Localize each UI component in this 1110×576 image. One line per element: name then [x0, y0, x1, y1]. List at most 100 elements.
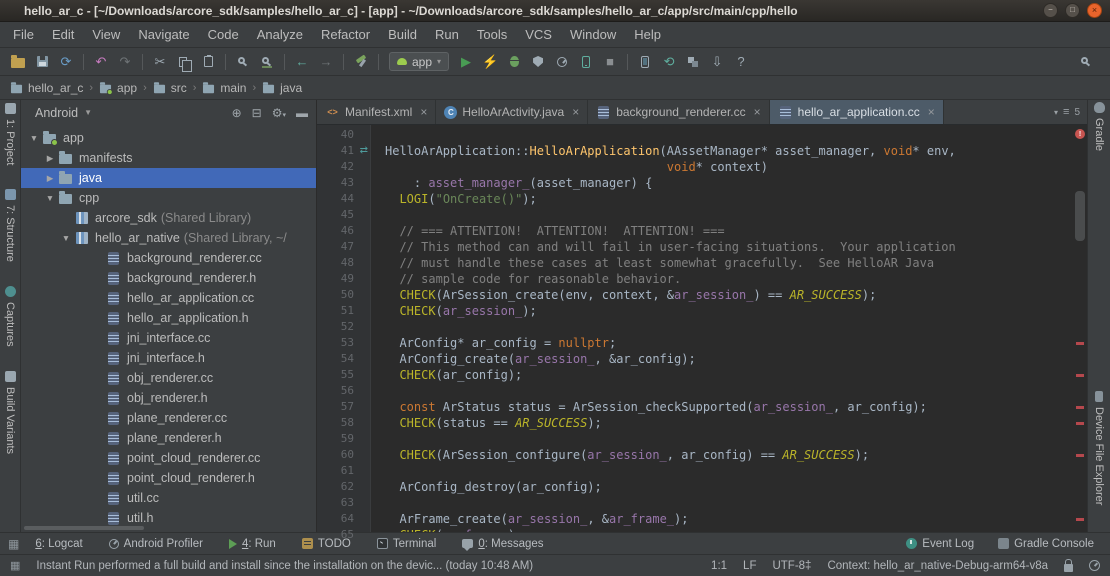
code-line[interactable]: ArConfig* ar_config = nullptr; — [385, 336, 1073, 352]
tree-item-hello-ar-native[interactable]: ▼hello_ar_native (Shared Library, ~/ — [21, 228, 316, 248]
menu-help[interactable]: Help — [625, 22, 670, 47]
tool-button-4-run[interactable]: 4: Run — [229, 538, 276, 550]
tool-stripe-gradle[interactable]: Gradle — [1093, 102, 1105, 151]
menu-tools[interactable]: Tools — [468, 22, 516, 47]
gauge-icon[interactable] — [1089, 560, 1100, 571]
project-view-selector[interactable]: Android ▼ — [35, 106, 92, 120]
find-icon[interactable] — [231, 51, 255, 73]
tree-item-manifests[interactable]: ▶manifests — [21, 148, 316, 168]
replace-icon[interactable] — [255, 51, 279, 73]
tree-chevron-icon[interactable]: ▶ — [43, 173, 57, 184]
menu-analyze[interactable]: Analyze — [248, 22, 312, 47]
redo-icon[interactable]: ↷ — [113, 51, 137, 73]
tree-item-point-cloud-renderer-h[interactable]: point_cloud_renderer.h — [21, 468, 316, 488]
menu-code[interactable]: Code — [199, 22, 248, 47]
coverage-icon[interactable] — [526, 51, 550, 73]
menu-build[interactable]: Build — [379, 22, 426, 47]
breadcrumb-src[interactable]: src — [151, 81, 189, 95]
code-line[interactable]: ArConfig_destroy(ar_config); — [385, 480, 1073, 496]
code-line[interactable]: ArConfig_create(ar_session_, &ar_config)… — [385, 352, 1073, 368]
gutter-change-icon[interactable]: ⇄ — [360, 145, 368, 157]
tree-item-jni-interface-cc[interactable]: jni_interface.cc — [21, 328, 316, 348]
caret-position[interactable]: 1:1 — [711, 560, 727, 572]
menu-edit[interactable]: Edit — [43, 22, 83, 47]
tree-item-java[interactable]: ▶java — [21, 168, 316, 188]
tree-item-hello-ar-application-h[interactable]: hello_ar_application.h — [21, 308, 316, 328]
code-line[interactable]: // must handle these cases at least some… — [385, 256, 1073, 272]
encoding-indicator[interactable]: UTF-8‡ — [772, 560, 811, 572]
error-indicator-icon[interactable]: ! — [1075, 129, 1085, 139]
code-line[interactable]: // This method can and will fail in user… — [385, 240, 1073, 256]
tree-item-cpp[interactable]: ▼cpp — [21, 188, 316, 208]
tab-list-icon[interactable]: ≡ — [1063, 106, 1069, 118]
error-stripe-mark[interactable] — [1076, 342, 1084, 345]
open-icon[interactable] — [6, 51, 30, 73]
sync-icon[interactable]: ⟳ — [54, 51, 78, 73]
editor-tab-helloaractivity-java[interactable]: CHelloArActivity.java× — [436, 100, 588, 124]
help-icon[interactable]: ? — [729, 51, 753, 73]
make-project-icon[interactable] — [349, 51, 373, 73]
editor-tab-background-renderer-cc[interactable]: background_renderer.cc× — [588, 100, 769, 124]
menu-view[interactable]: View — [83, 22, 129, 47]
tool-button-event-log[interactable]: Event Log — [906, 538, 974, 550]
editor-code-area[interactable]: HelloArApplication::HelloArApplication(A… — [371, 125, 1073, 532]
breadcrumb-app[interactable]: app — [97, 81, 139, 95]
tool-stripe-7-structure[interactable]: 7: Structure — [4, 189, 16, 262]
run-icon[interactable]: ▶ — [454, 51, 478, 73]
apply-changes-icon[interactable]: ⚡ — [478, 51, 502, 73]
profile-icon[interactable] — [550, 51, 574, 73]
debug-icon[interactable] — [502, 51, 526, 73]
editor-scrollbar-thumb[interactable] — [1075, 191, 1085, 241]
code-line[interactable]: : asset_manager_(asset_manager) { — [385, 176, 1073, 192]
code-line[interactable]: CHECK(ar_session_); — [385, 304, 1073, 320]
tree-item-background-renderer-h[interactable]: background_renderer.h — [21, 268, 316, 288]
run-config-combo[interactable]: app▾ — [389, 52, 449, 71]
minimize-button[interactable]: − — [1043, 3, 1058, 18]
breadcrumb-main[interactable]: main — [200, 81, 248, 95]
code-line[interactable]: ArFrame_create(ar_session_, &ar_frame_); — [385, 512, 1073, 528]
error-stripe-mark[interactable] — [1076, 454, 1084, 457]
lock-icon[interactable] — [1064, 564, 1073, 572]
title-bar[interactable]: hello_ar_c - [~/Downloads/arcore_sdk/sam… — [0, 0, 1110, 22]
code-line[interactable]: HelloArApplication::HelloArApplication(A… — [385, 144, 1073, 160]
sdk-manager-icon[interactable]: ⇩ — [705, 51, 729, 73]
code-line[interactable]: CHECK(ar_config); — [385, 368, 1073, 384]
code-line[interactable]: CHECK(ArSession_create(env, context, &ar… — [385, 288, 1073, 304]
undo-icon[interactable]: ↶ — [89, 51, 113, 73]
hide-panel-icon[interactable]: ▬ — [296, 106, 308, 120]
code-line[interactable] — [385, 208, 1073, 224]
forward-icon[interactable]: → — [314, 51, 338, 73]
tree-item-obj-renderer-cc[interactable]: obj_renderer.cc — [21, 368, 316, 388]
error-stripe-mark[interactable] — [1076, 518, 1084, 521]
maximize-button[interactable]: □ — [1065, 3, 1080, 18]
code-line[interactable] — [385, 128, 1073, 144]
close-icon[interactable]: × — [420, 105, 427, 119]
close-icon[interactable]: × — [928, 105, 935, 119]
menu-refactor[interactable]: Refactor — [312, 22, 379, 47]
tree-item-point-cloud-renderer-cc[interactable]: point_cloud_renderer.cc — [21, 448, 316, 468]
editor-gutter[interactable]: ⇄ 40414243444546474849505152535455565758… — [317, 125, 371, 532]
cut-icon[interactable]: ✂ — [148, 51, 172, 73]
code-line[interactable] — [385, 432, 1073, 448]
code-line[interactable]: CHECK(ArSession_configure(ar_session_, a… — [385, 448, 1073, 464]
tree-item-plane-renderer-cc[interactable]: plane_renderer.cc — [21, 408, 316, 428]
breadcrumb-java[interactable]: java — [260, 81, 304, 95]
attach-debugger-icon[interactable] — [574, 51, 598, 73]
menu-run[interactable]: Run — [426, 22, 468, 47]
menu-navigate[interactable]: Navigate — [129, 22, 198, 47]
tree-item-background-renderer-cc[interactable]: background_renderer.cc — [21, 248, 316, 268]
tree-chevron-icon[interactable]: ▶ — [43, 153, 57, 164]
tool-window-anchor-icon[interactable]: ▦ — [8, 537, 19, 551]
tool-stripe-1-project[interactable]: 1: Project — [4, 103, 16, 165]
gradle-sync-icon[interactable]: ⟲ — [657, 51, 681, 73]
tree-item-app[interactable]: ▼app — [21, 128, 316, 148]
tool-stripe-build-variants[interactable]: Build Variants — [4, 371, 16, 454]
tool-button-terminal[interactable]: Terminal — [377, 538, 436, 550]
code-line[interactable]: // === ATTENTION! ATTENTION! ATTENTION! … — [385, 224, 1073, 240]
tool-button-0-messages[interactable]: 0: Messages — [462, 538, 543, 550]
tree-item-obj-renderer-h[interactable]: obj_renderer.h — [21, 388, 316, 408]
tool-button-android-profiler[interactable]: Android Profiler — [109, 538, 203, 550]
close-button[interactable]: × — [1087, 3, 1102, 18]
status-message[interactable]: Instant Run performed a full build and i… — [36, 560, 695, 572]
close-icon[interactable]: × — [754, 105, 761, 119]
